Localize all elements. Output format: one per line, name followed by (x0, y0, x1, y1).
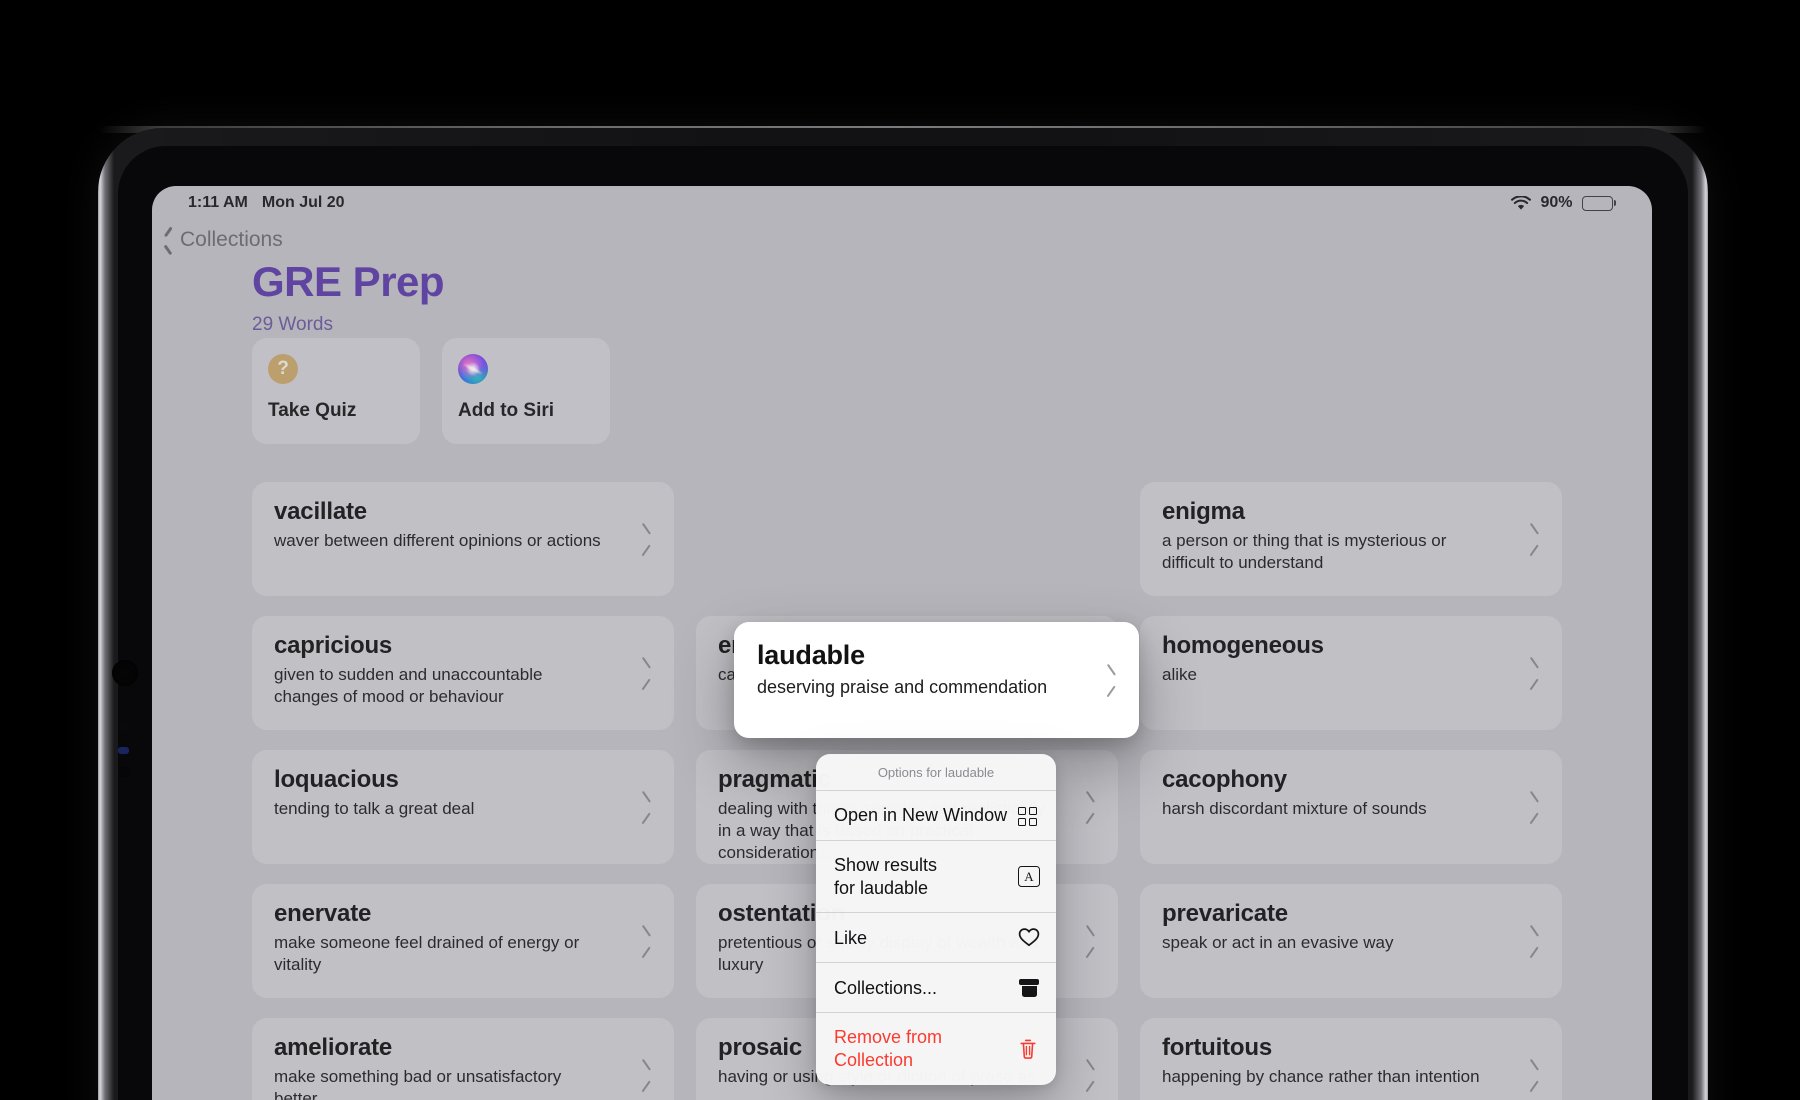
battery-icon (1581, 195, 1616, 211)
word-term: cacophony (1162, 766, 1287, 793)
page-title: GRE Prep (252, 258, 445, 305)
status-time: 1:11 AM (188, 194, 248, 211)
word-definition: make something bad or unsatisfactory bet… (274, 1067, 562, 1100)
word-definition: tending to talk a great deal (274, 799, 475, 818)
chevron-right-icon (1085, 930, 1098, 952)
chevron-right-icon (1085, 1064, 1098, 1086)
chevron-left-icon (162, 231, 173, 250)
collection-header: GRE Prep 29 Words (252, 258, 445, 336)
menu-item-label: Remove from Collection (834, 1027, 943, 1071)
menu-item-remove-from-collection[interactable]: Remove from Collection (816, 1013, 1056, 1084)
chevron-right-icon (1085, 796, 1098, 818)
context-menu-header: Options for laudable (816, 754, 1056, 791)
chevron-right-icon (1529, 796, 1542, 818)
wifi-icon (1511, 194, 1532, 211)
word-definition: given to sudden and unaccountable change… (274, 665, 543, 706)
chevron-right-icon (1529, 662, 1542, 684)
trash-icon (1018, 1038, 1040, 1060)
word-term: vacillate (274, 498, 367, 525)
word-term: laudable (757, 640, 865, 670)
word-definition: waver between different opinions or acti… (274, 531, 601, 550)
word-card-ameliorate[interactable]: ameliorate make something bad or unsatis… (252, 1018, 674, 1100)
menu-item-open-in-new-window[interactable]: Open in New Window (816, 791, 1056, 841)
word-card-enigma[interactable]: enigma a person or thing that is mysteri… (1140, 482, 1562, 596)
word-definition: harsh discordant mixture of sounds (1162, 799, 1427, 818)
word-term: enigma (1162, 498, 1245, 525)
show-results-icon: A (1018, 866, 1040, 888)
back-button-label: Collections (180, 228, 283, 251)
word-definition: speak or act in an evasive way (1162, 933, 1394, 952)
word-card-prevaricate[interactable]: prevaricate speak or act in an evasive w… (1140, 884, 1562, 998)
word-definition: deserving praise and commendation (757, 677, 1048, 697)
battery-percent-label: 90% (1540, 194, 1573, 211)
take-quiz-button[interactable]: ? Take Quiz (252, 338, 420, 444)
chevron-right-icon (1106, 669, 1119, 691)
word-card-vacillate[interactable]: vacillate waver between different opinio… (252, 482, 674, 596)
chevron-right-icon (641, 796, 654, 818)
back-button[interactable]: Collections (162, 228, 283, 252)
context-menu: Options for laudable Open in New Window … (816, 754, 1056, 1085)
word-card-loquacious[interactable]: loquacious tending to talk a great deal (252, 750, 674, 864)
new-window-icon (1018, 805, 1040, 827)
word-term: prevaricate (1162, 900, 1288, 927)
word-term: loquacious (274, 766, 399, 793)
word-definition: make someone feel drained of energy or v… (274, 933, 580, 974)
word-count-label: 29 Words (252, 314, 333, 335)
word-card-enervate[interactable]: enervate make someone feel drained of en… (252, 884, 674, 998)
chevron-right-icon (641, 1064, 654, 1086)
word-term: fortuitous (1162, 1034, 1272, 1061)
word-card-fortuitous[interactable]: fortuitous happening by chance rather th… (1140, 1018, 1562, 1100)
word-card-cacophony[interactable]: cacophony harsh discordant mixture of so… (1140, 750, 1562, 864)
menu-item-label: Like (834, 927, 868, 948)
word-term: homogeneous (1162, 632, 1324, 659)
status-date: Mon Jul 20 (261, 194, 345, 211)
menu-item-label: Show results for laudable (834, 855, 938, 898)
take-quiz-label: Take Quiz (268, 400, 357, 421)
word-card-capricious[interactable]: capricious given to sudden and unaccount… (252, 616, 674, 730)
chevron-right-icon (1529, 528, 1542, 550)
menu-item-collections[interactable]: Collections... (816, 963, 1056, 1014)
word-term: ameliorate (274, 1034, 393, 1061)
tablet-screen: 1:11 AM Mon Jul 20 90% Collections GRE P… (152, 186, 1652, 1100)
ambient-sensor-dot (118, 766, 130, 778)
action-buttons: ? Take Quiz Add to Siri (252, 338, 610, 444)
chevron-right-icon (1529, 930, 1542, 952)
word-term: enervate (274, 900, 372, 927)
word-term: capricious (274, 632, 393, 659)
menu-item-label: Open in New Window (834, 805, 1008, 826)
question-mark-circle-icon: ? (268, 354, 298, 384)
chevron-right-icon (641, 528, 654, 550)
word-definition: a person or thing that is mysterious or … (1162, 531, 1447, 572)
screenshot-root: 1:11 AM Mon Jul 20 90% Collections GRE P… (0, 0, 1800, 1100)
add-to-siri-label: Add to Siri (458, 400, 555, 421)
collections-icon (1018, 977, 1040, 999)
siri-orb-icon (458, 354, 488, 384)
word-definition: happening by chance rather than intentio… (1162, 1067, 1480, 1086)
menu-item-label: Collections... (834, 977, 938, 998)
status-bar-right: 90% (1511, 194, 1616, 212)
front-camera-icon (112, 660, 138, 686)
word-card-homogeneous[interactable]: homogeneous alike (1140, 616, 1562, 730)
word-definition: alike (1162, 665, 1197, 684)
heart-icon (1018, 927, 1040, 949)
chevron-right-icon (641, 662, 654, 684)
add-to-siri-button[interactable]: Add to Siri (442, 338, 610, 444)
status-bar-left: 1:11 AM Mon Jul 20 (188, 194, 345, 212)
camera-sensor-dot (119, 723, 128, 732)
status-bar: 1:11 AM Mon Jul 20 90% (152, 186, 1652, 220)
chevron-right-icon (1529, 1064, 1542, 1086)
focused-word-card-laudable[interactable]: laudable deserving praise and commendati… (734, 622, 1139, 738)
menu-item-like[interactable]: Like (816, 913, 1056, 964)
chevron-right-icon (641, 930, 654, 952)
menu-item-show-results[interactable]: Show results for laudable A (816, 841, 1056, 914)
camera-indicator-led (118, 747, 129, 754)
